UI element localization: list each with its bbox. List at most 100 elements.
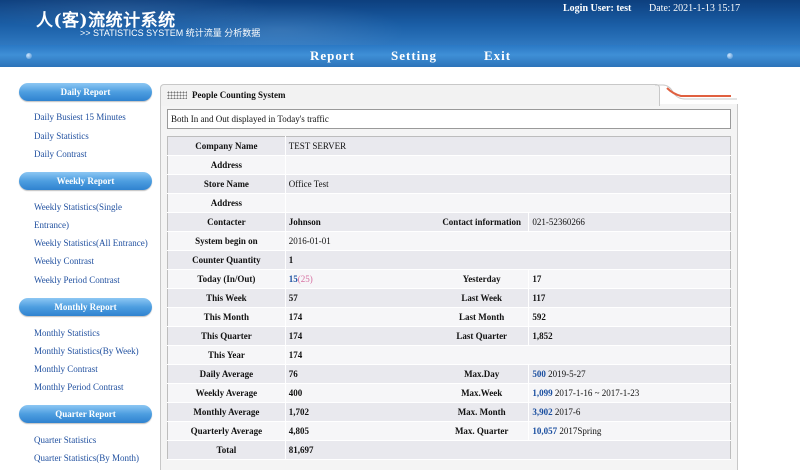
max-week-count: 1,099 — [532, 388, 553, 398]
max-month-value: 3,902 2017-6 — [528, 402, 731, 422]
max-day-date: 2019-5-27 — [548, 369, 586, 379]
table-row: System begin on 2016-01-01 — [167, 231, 731, 251]
max-day-count: 500 — [532, 369, 546, 379]
last-quarter-label: Last Quarter — [435, 326, 529, 346]
quarterly-average-value: 4,805 — [284, 421, 435, 441]
sidebar-head-daily[interactable]: Daily Report — [19, 83, 152, 101]
today-out-value: (25) — [297, 274, 313, 284]
app-subtitle: >> STATISTICS SYSTEM 统计流量 分析数据 — [80, 28, 261, 38]
today-in-value: 15 — [288, 274, 298, 284]
this-year-value: 174 — [284, 345, 731, 365]
last-month-value: 592 — [528, 307, 731, 327]
max-quarter-date: 2017Spring — [559, 426, 602, 436]
table-row: Total 81,697 — [167, 440, 731, 460]
current-date: Date: 2021-1-13 15:17 — [649, 3, 741, 14]
total-value: 81,697 — [284, 440, 731, 460]
sidebar-head-weekly[interactable]: Weekly Report — [19, 172, 152, 190]
monthly-average-value: 1,702 — [284, 402, 435, 422]
table-row: Quarterly Average 4,805 Max. Quarter 10,… — [167, 421, 731, 441]
this-quarter-value: 174 — [284, 326, 435, 346]
traffic-notice: Both In and Out displayed in Today's tra… — [167, 109, 731, 129]
table-row: Counter Quantity 1 — [167, 250, 731, 270]
last-month-label: Last Month — [435, 307, 529, 327]
max-quarter-value: 10,057 2017Spring — [528, 421, 731, 441]
weekly-average-value: 400 — [284, 383, 435, 403]
company-name-value: TEST SERVER — [284, 136, 731, 156]
nav-exit[interactable]: Exit — [484, 48, 511, 64]
sidebar-link-monthly-period[interactable]: Monthly Period Contrast — [34, 378, 156, 396]
contacter-value: Johnson — [284, 212, 435, 232]
contact-info-label: Contact information — [435, 212, 529, 232]
login-user: Login User: test — [563, 3, 632, 14]
sidebar-head-quarter[interactable]: Quarter Report — [19, 405, 152, 423]
this-week-label: This Week — [167, 288, 286, 308]
nav-setting[interactable]: Setting — [391, 48, 437, 64]
page-margin — [742, 67, 800, 470]
store-address-value — [284, 193, 731, 213]
sidebar-link-weekly-all[interactable]: Weekly Statistics(All Entrance) — [34, 234, 156, 252]
quarterly-average-label: Quarterly Average — [167, 421, 286, 441]
main-nav: Report Setting Exit — [0, 45, 800, 67]
this-month-label: This Month — [167, 307, 286, 327]
this-year-label: This Year — [167, 345, 286, 365]
store-name-value: Office Test — [284, 174, 731, 194]
grip-icon — [167, 91, 187, 99]
company-name-label: Company Name — [167, 136, 286, 156]
table-row: This Week 57 Last Week 117 — [167, 288, 731, 308]
system-begin-label: System begin on — [167, 231, 286, 251]
last-week-value: 117 — [528, 288, 731, 308]
nav-dot-icon — [727, 53, 733, 59]
max-day-value: 500 2019-5-27 — [528, 364, 731, 384]
address-label: Address — [167, 155, 286, 175]
today-label: Today (In/Out) — [167, 269, 286, 289]
store-name-label: Store Name — [167, 174, 286, 194]
table-row: This Month 174 Last Month 592 — [167, 307, 731, 327]
max-quarter-label: Max. Quarter — [435, 421, 529, 441]
this-month-value: 174 — [284, 307, 435, 327]
table-row: Store Name Office Test — [167, 174, 731, 194]
sidebar-link-monthly-statistics[interactable]: Monthly Statistics — [34, 324, 156, 342]
store-address-label: Address — [167, 193, 286, 213]
max-month-count: 3,902 — [532, 407, 553, 417]
today-value: 15(25) — [284, 269, 435, 289]
counter-qty-value: 1 — [284, 250, 731, 270]
max-day-label: Max.Day — [435, 364, 529, 384]
max-week-label: Max.Week — [435, 383, 529, 403]
monthly-average-label: Monthly Average — [167, 402, 286, 422]
panel-tab-curve — [655, 84, 737, 100]
sidebar-link-monthly-contrast[interactable]: Monthly Contrast — [34, 360, 156, 378]
table-row: Contacter Johnson Contact information 02… — [167, 212, 731, 232]
sidebar-link-weekly-contrast[interactable]: Weekly Contrast — [34, 252, 156, 270]
this-week-value: 57 — [284, 288, 435, 308]
sidebar-link-weekly-single[interactable]: Weekly Statistics(Single — [34, 198, 156, 216]
sidebar-link-weekly-period[interactable]: Weekly Period Contrast — [34, 271, 156, 289]
daily-average-label: Daily Average — [167, 364, 286, 384]
table-row: Company Name TEST SERVER — [167, 136, 731, 156]
sidebar-head-monthly[interactable]: Monthly Report — [19, 298, 152, 316]
max-week-date: 2017-1-16 ~ 2017-1-23 — [554, 388, 640, 398]
sidebar-link-weekly-single-cont[interactable]: Entrance) — [34, 216, 156, 234]
daily-average-value: 76 — [284, 364, 435, 384]
table-row: Daily Average 76 Max.Day 500 2019-5-27 — [167, 364, 731, 384]
contacter-label: Contacter — [167, 212, 286, 232]
counter-qty-label: Counter Quantity — [167, 250, 286, 270]
yesterday-value: 17 — [528, 269, 731, 289]
app-header: 人(客)流统计系统 >> STATISTICS SYSTEM 统计流量 分析数据… — [0, 0, 800, 45]
sidebar-link-quarter-statistics[interactable]: Quarter Statistics — [34, 431, 156, 449]
system-begin-value: 2016-01-01 — [284, 231, 731, 251]
sidebar-link-daily-statistics[interactable]: Daily Statistics — [34, 127, 156, 145]
table-row: Address — [167, 193, 731, 213]
max-month-label: Max. Month — [435, 402, 529, 422]
weekly-average-label: Weekly Average — [167, 383, 286, 403]
max-month-date: 2017-6 — [554, 407, 581, 417]
nav-report[interactable]: Report — [310, 48, 355, 64]
table-row: This Year 174 — [167, 345, 731, 365]
sidebar-link-monthly-byweek[interactable]: Monthly Statistics(By Week) — [34, 342, 156, 360]
sidebar-link-daily-busiest[interactable]: Daily Busiest 15 Minutes — [34, 108, 156, 126]
max-week-value: 1,099 2017-1-16 ~ 2017-1-23 — [528, 383, 731, 403]
address-value — [284, 155, 731, 175]
table-row: Monthly Average 1,702 Max. Month 3,902 2… — [167, 402, 731, 422]
sidebar-link-quarter-bymonth[interactable]: Quarter Statistics(By Month) — [34, 449, 156, 467]
table-row: Weekly Average 400 Max.Week 1,099 2017-1… — [167, 383, 731, 403]
sidebar-link-daily-contrast[interactable]: Daily Contrast — [34, 145, 156, 163]
